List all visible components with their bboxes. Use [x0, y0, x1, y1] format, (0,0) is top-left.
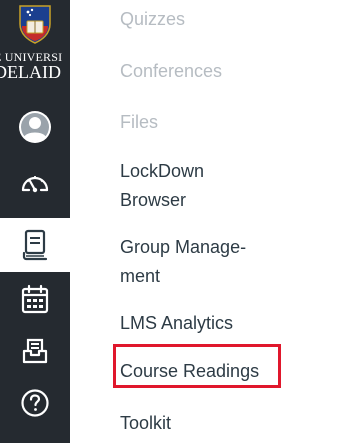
menu-item-course-readings[interactable]: Course Readings: [120, 358, 259, 384]
help-nav-item[interactable]: [0, 380, 70, 426]
dashboard-icon: [21, 176, 49, 193]
menu-item-label-line2: Browser: [120, 190, 187, 210]
crest-icon: [19, 5, 51, 44]
courses-icon: [22, 229, 48, 261]
menu-item-lms-analytics[interactable]: LMS Analytics: [120, 310, 233, 336]
account-nav-item[interactable]: [0, 104, 70, 150]
calendar-nav-item[interactable]: [0, 276, 70, 322]
menu-item-label-line1: LockDown: [120, 161, 205, 181]
inbox-icon: [22, 338, 48, 364]
help-icon: [21, 389, 49, 417]
menu-item-conferences[interactable]: Conferences: [120, 58, 222, 84]
menu-item-files[interactable]: Files: [120, 109, 158, 135]
inbox-nav-item[interactable]: [0, 328, 70, 374]
menu-item-label-line2: ment: [120, 266, 161, 286]
menu-item-toolkit[interactable]: Toolkit: [120, 410, 171, 436]
menu-item-lockdown-browser[interactable]: LockDown Browser: [120, 158, 204, 213]
menu-item-label-line1: Group Manage-: [120, 237, 247, 257]
course-navigation: Quizzes Conferences Files LockDown Brows…: [70, 0, 339, 443]
courses-nav-item[interactable]: [0, 218, 70, 272]
menu-item-group-management[interactable]: Group Manage- ment: [120, 234, 246, 289]
global-navigation: E UNIVERSI DELAID: [0, 0, 70, 443]
page: E UNIVERSI DELAID Quizzes Conferences Fi…: [0, 0, 339, 443]
menu-item-quizzes[interactable]: Quizzes: [120, 6, 185, 32]
dashboard-nav-item[interactable]: [0, 160, 70, 206]
logo-text-line2: DELAID: [0, 62, 61, 82]
calendar-icon: [21, 284, 49, 314]
account-icon: [19, 111, 51, 143]
university-logo[interactable]: E UNIVERSI DELAID: [0, 0, 70, 98]
